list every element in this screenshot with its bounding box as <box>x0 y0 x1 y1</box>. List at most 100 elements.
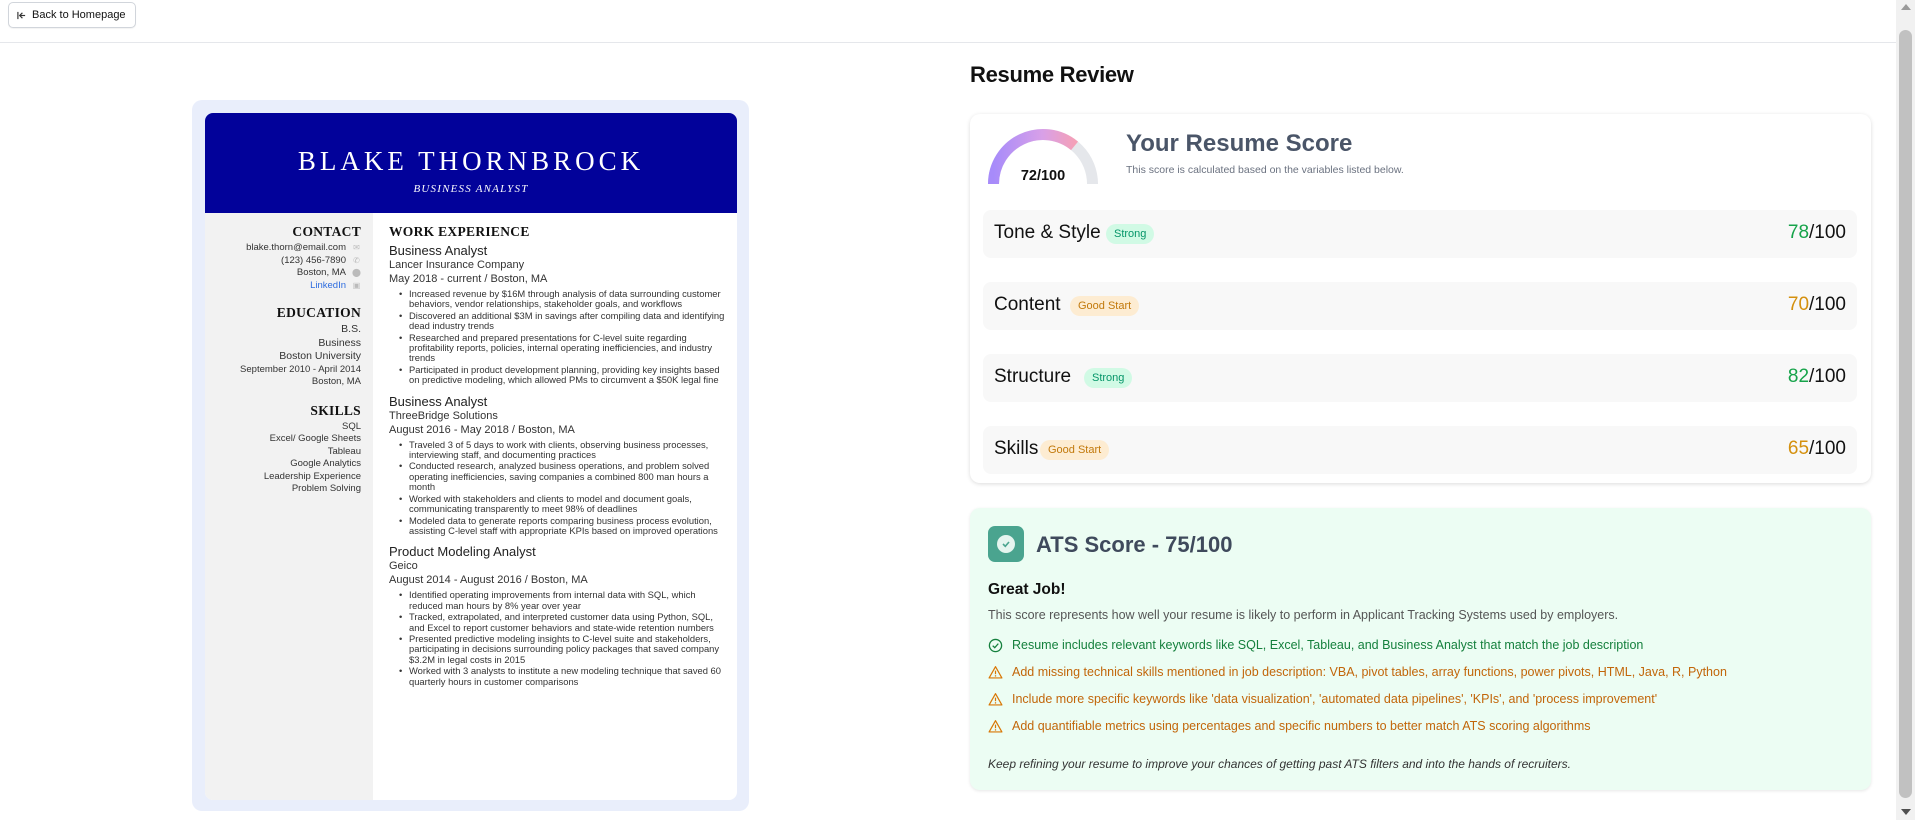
job-bullets: Identified operating improvements from i… <box>389 590 727 687</box>
contact-email: blake.thorn@email.com ✉ <box>246 242 360 253</box>
job-dates: August 2016 - May 2018 / Boston, MA <box>389 423 575 436</box>
ats-badge-icon <box>988 526 1024 562</box>
job-entry: Product Modeling Analyst Geico August 20… <box>389 544 727 687</box>
top-bar: Back to Homepage <box>0 0 1896 43</box>
category-name: Content <box>994 294 1061 315</box>
category-score: 65/100 <box>1787 438 1846 459</box>
job-bullet: Presented predictive modeling insights t… <box>399 633 727 665</box>
resume-sidebar: CONTACT blake.thorn@email.com ✉ (123) 456… <box>205 213 373 800</box>
category-score: 78/100 <box>1787 222 1846 243</box>
job-bullet: Researched and prepared presentations fo… <box>399 332 727 364</box>
warning-triangle-icon <box>988 665 1003 679</box>
job-bullets: Increased revenue by $16M through analys… <box>389 288 727 386</box>
job-title: Business Analyst <box>389 393 488 409</box>
job-entry: Business Analyst Lancer Insurance Compan… <box>389 243 727 386</box>
job-bullet: Modeled data to generate reports compari… <box>399 515 727 537</box>
resume-review-heading: Resume Review <box>970 62 1134 87</box>
contact-linkedin-link[interactable]: LinkedIn ▣ <box>205 280 361 293</box>
job-bullet: Increased revenue by $16M through analys… <box>399 288 727 310</box>
map-pin-icon: ⬤ <box>352 268 361 277</box>
job-bullet: Identified operating improvements from i… <box>399 590 727 611</box>
resume-document: BLAKE THORNBROCK BUSINESS ANALYST CONTAC… <box>205 113 737 800</box>
job-title: Product Modeling Analyst <box>389 544 536 560</box>
resume-preview-frame: BLAKE THORNBROCK BUSINESS ANALYST CONTAC… <box>192 100 749 811</box>
skills-list: SQL Excel/ Google Sheets Tableau Google … <box>205 421 361 496</box>
ats-footer-note: Keep refining your resume to improve you… <box>988 757 1571 771</box>
resume-name: BLAKE THORNBROCK <box>297 146 645 176</box>
warning-triangle-icon <box>988 692 1003 706</box>
job-bullet: Worked with 3 analysts to institute a ne… <box>399 666 727 687</box>
category-name: Tone & Style <box>994 222 1101 243</box>
category-badge: Strong <box>1084 368 1133 388</box>
category-badge: Good Start <box>1070 296 1140 316</box>
education-location: Boston, MA <box>311 376 361 387</box>
job-title: Business Analyst <box>389 243 488 258</box>
category-row-content[interactable]: Content Good Start 70/100 <box>983 282 1857 330</box>
score-subtitle: This score is calculated based on the va… <box>1126 164 1404 176</box>
linkedin-icon: ▣ <box>352 280 361 290</box>
category-row-tone-style[interactable]: Tone & Style Strong 78/100 <box>983 210 1857 258</box>
category-score: 82/100 <box>1787 366 1846 387</box>
envelope-icon: ✉ <box>353 243 360 252</box>
skill-item: SQL <box>341 420 361 432</box>
job-bullet: Discovered an additional $3M in savings … <box>399 310 727 332</box>
contact-phone: (123) 456-7890 ✆ <box>281 254 360 266</box>
skill-item: Excel/ Google Sheets <box>269 433 361 444</box>
ats-title: ATS Score - 75/100 <box>1036 532 1233 557</box>
job-dates: May 2018 - current / Boston, MA <box>389 273 548 285</box>
ats-score-card: ATS Score - 75/100 Great Job! This score… <box>970 508 1871 790</box>
category-row-skills[interactable]: Skills Good Start 65/100 <box>983 426 1857 474</box>
education-field: Business <box>318 336 361 349</box>
category-badge: Good Start <box>1040 440 1110 460</box>
scroll-down-arrow-icon[interactable] <box>1901 809 1911 815</box>
education-school: Boston University <box>279 350 361 362</box>
skill-item: Leadership Experience <box>263 470 361 482</box>
job-bullet: Participated in product development plan… <box>399 364 727 386</box>
resume-score-card: 72/100 Your Resume Score This score is c… <box>970 114 1871 483</box>
check-circle-icon <box>988 638 1003 652</box>
check-icon <box>1002 541 1010 548</box>
job-bullet: Worked with stakeholders and clients to … <box>399 493 727 515</box>
contact-heading: CONTACT <box>292 224 361 239</box>
job-bullet: Tracked, extrapolated, and interpreted c… <box>399 611 727 633</box>
arrow-left-to-line-icon <box>17 11 26 19</box>
education-heading: EDUCATION <box>276 305 361 320</box>
job-company: Lancer Insurance Company <box>389 259 525 271</box>
overall-score-text: 72/100 <box>1020 168 1066 184</box>
ats-feedback-item: Include more specific keywords like 'dat… <box>988 690 1657 708</box>
job-dates: August 2014 - August 2016 / Boston, MA <box>389 574 588 587</box>
category-row-structure[interactable]: Structure Strong 82/100 <box>983 354 1857 402</box>
skills-heading: SKILLS <box>310 402 361 418</box>
back-button-label: Back to Homepage <box>32 9 126 21</box>
resume-main-column: WORK EXPERIENCE Business Analyst Lancer … <box>373 213 737 800</box>
skill-item: Google Analytics <box>290 458 361 469</box>
skill-item: Tableau <box>327 445 361 457</box>
job-bullet: Conducted research, analyzed business op… <box>399 461 727 492</box>
work-experience-heading: WORK EXPERIENCE <box>389 224 530 239</box>
job-bullet: Traveled 3 of 5 days to work with client… <box>399 439 727 461</box>
score-gauge: 72/100 <box>987 128 1099 190</box>
resume-job-title: BUSINESS ANALYST <box>413 183 529 195</box>
resume-header: BLAKE THORNBROCK BUSINESS ANALYST <box>205 113 737 213</box>
job-bullets: Traveled 3 of 5 days to work with client… <box>389 439 727 537</box>
ats-feedback-item: Add missing technical skills mentioned i… <box>988 663 1727 681</box>
score-heading: Your Resume Score <box>1126 130 1353 157</box>
category-badge: Strong <box>1106 224 1155 244</box>
scrollbar-thumb[interactable] <box>1899 30 1912 798</box>
category-score: 70/100 <box>1787 294 1846 315</box>
job-company: ThreeBridge Solutions <box>389 409 498 422</box>
page-scrollbar[interactable] <box>1896 0 1915 820</box>
skill-item: Problem Solving <box>291 483 361 494</box>
phone-icon: ✆ <box>353 255 360 265</box>
ats-description: This score represents how well your resu… <box>988 608 1619 622</box>
ats-feedback-item: Resume includes relevant keywords like S… <box>988 636 1643 654</box>
scroll-up-arrow-icon[interactable] <box>1901 4 1911 10</box>
category-name: Structure <box>994 366 1072 387</box>
ats-feedback-item: Add quantifiable metrics using percentag… <box>988 717 1591 735</box>
education-dates: September 2010 - April 2014 <box>240 363 361 375</box>
back-to-homepage-button[interactable]: Back to Homepage <box>8 2 136 28</box>
ats-great-job: Great Job! <box>988 581 1066 598</box>
education-degree: B.S. <box>341 323 361 335</box>
job-company: Geico <box>389 560 418 573</box>
contact-location: Boston, MA ⬤ <box>296 267 361 278</box>
